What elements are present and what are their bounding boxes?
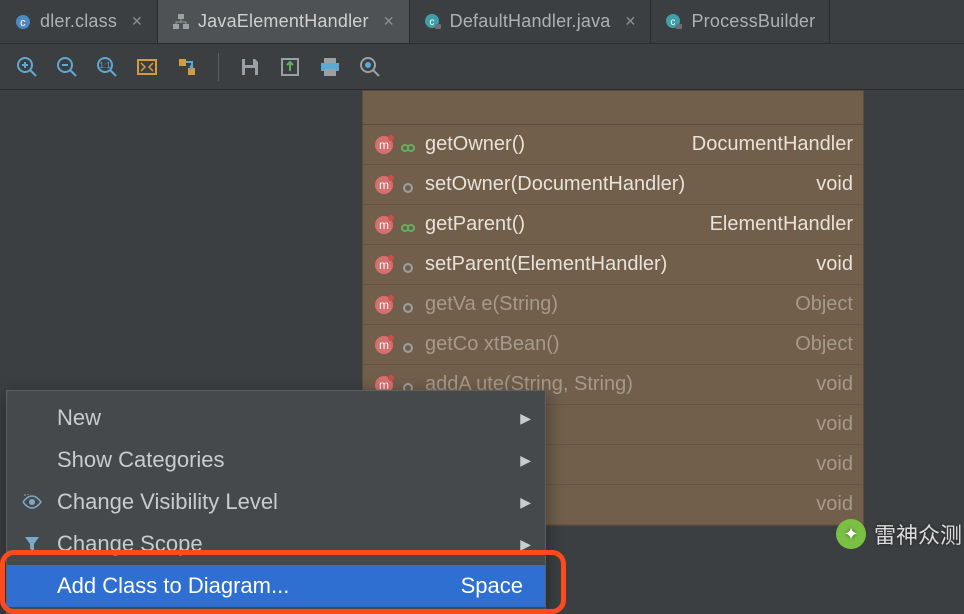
visibility-icon — [401, 298, 415, 312]
menu-item-new[interactable]: New ▶ — [7, 397, 545, 439]
svg-text:c: c — [671, 17, 676, 28]
tab-dler-class[interactable]: c dler.class ✕ — [0, 0, 158, 43]
visibility-icon — [401, 218, 415, 232]
context-menu: New▶Show Categories▶Change Visibility Le… — [6, 390, 546, 614]
member-return-type: void — [816, 253, 853, 276]
watermark: ✦ 雷神众测 — [836, 518, 962, 550]
method-icon: m — [373, 254, 395, 276]
member-return-type: DocumentHandler — [692, 133, 853, 156]
diagram-icon — [172, 13, 190, 31]
class-member[interactable]: m getVa e(String)Object — [363, 285, 863, 325]
menu-item-change-visibility-level[interactable]: Change Visibility Level ▶ — [7, 481, 545, 523]
zoom-actual-button[interactable]: 1:1 — [94, 54, 120, 80]
svg-text:m: m — [379, 138, 389, 152]
tab-default-handler[interactable]: c DefaultHandler.java ✕ — [410, 0, 652, 43]
method-icon: m — [373, 294, 395, 316]
method-icon: m — [373, 134, 395, 156]
class-member[interactable]: m setOwner(DocumentHandler)void — [363, 165, 863, 205]
save-button[interactable] — [237, 54, 263, 80]
member-return-type: Object — [795, 333, 853, 356]
close-icon[interactable]: ✕ — [383, 13, 395, 30]
member-signature: getOwner() — [425, 133, 692, 156]
member-return-type: void — [816, 373, 853, 396]
tab-label: ProcessBuilder — [691, 11, 815, 32]
member-return-type: void — [816, 173, 853, 196]
method-icon: m — [373, 174, 395, 196]
svg-text:m: m — [379, 218, 389, 232]
class-member[interactable]: m getOwner()DocumentHandler — [363, 125, 863, 165]
submenu-arrow-icon: ▶ — [520, 410, 531, 427]
class-member[interactable]: m getParent()ElementHandler — [363, 205, 863, 245]
menu-item-label: Change Visibility Level — [57, 489, 506, 515]
member-signature: setOwner(DocumentHandler) — [425, 173, 816, 196]
member-signature: setParent(ElementHandler) — [425, 253, 816, 276]
svg-text:m: m — [379, 178, 389, 192]
submenu-arrow-icon: ▶ — [520, 536, 531, 553]
visibility-icon — [401, 338, 415, 352]
class-locked-icon: c — [665, 13, 683, 31]
class-member[interactable]: m setParent(ElementHandler)void — [363, 245, 863, 285]
eye-icon — [21, 494, 43, 510]
svg-text:m: m — [379, 258, 389, 272]
close-icon[interactable]: ✕ — [131, 13, 143, 30]
member-return-type: void — [816, 453, 853, 476]
member-signature: getVa e(String) — [425, 293, 795, 316]
divider — [218, 53, 219, 81]
class-member[interactable]: m getCo xtBean()Object — [363, 325, 863, 365]
svg-text:m: m — [379, 298, 389, 312]
method-icon: m — [373, 214, 395, 236]
visibility-icon — [401, 258, 415, 272]
tab-java-element-handler[interactable]: JavaElementHandler ✕ — [158, 0, 410, 43]
tab-process-builder[interactable]: c ProcessBuilder — [651, 0, 830, 43]
print-button[interactable] — [317, 54, 343, 80]
menu-item-change-scope[interactable]: Change Scope ▶ — [7, 523, 545, 565]
close-icon[interactable]: ✕ — [625, 13, 637, 30]
zoom-out-button[interactable] — [54, 54, 80, 80]
svg-text:m: m — [379, 338, 389, 352]
class-icon: c — [14, 13, 32, 31]
layout-button[interactable] — [174, 54, 200, 80]
diagram-canvas[interactable]: m getOwner()DocumentHandler m setOwner(Docu… — [0, 90, 964, 556]
editor-tabbar: c dler.class ✕ JavaElementHandler ✕ c De… — [0, 0, 964, 44]
class-locked-icon: c — [424, 13, 442, 31]
menu-item-label: Change Scope — [57, 531, 506, 557]
member-return-type: ElementHandler — [710, 213, 853, 236]
member-return-type: void — [816, 413, 853, 436]
menu-item-add-class-to-diagram[interactable]: Add Class to Diagram... Space — [7, 565, 545, 607]
class-header — [363, 91, 863, 125]
fit-content-button[interactable] — [134, 54, 160, 80]
submenu-arrow-icon: ▶ — [520, 494, 531, 511]
menu-item-label: New — [57, 405, 506, 431]
visibility-icon — [401, 178, 415, 192]
member-signature: getParent() — [425, 213, 710, 236]
zoom-in-button[interactable] — [14, 54, 40, 80]
visibility-icon — [401, 138, 415, 152]
svg-text:c: c — [20, 17, 26, 29]
watermark-text: 雷神众测 — [874, 518, 962, 550]
export-button[interactable] — [277, 54, 303, 80]
member-return-type: void — [816, 493, 853, 516]
member-return-type: Object — [795, 293, 853, 316]
svg-text:1:1: 1:1 — [99, 61, 111, 70]
method-icon: m — [373, 334, 395, 356]
menu-item-label: Show Categories — [57, 447, 506, 473]
menu-item-label: Add Class to Diagram... — [57, 573, 447, 599]
member-signature: getCo xtBean() — [425, 333, 795, 356]
tab-label: JavaElementHandler — [198, 11, 369, 32]
tab-label: dler.class — [40, 11, 117, 32]
find-button[interactable] — [357, 54, 383, 80]
funnel-icon — [21, 535, 43, 553]
tab-label: DefaultHandler.java — [450, 11, 611, 32]
submenu-arrow-icon: ▶ — [520, 452, 531, 469]
wechat-icon: ✦ — [836, 519, 866, 549]
diagram-toolbar: 1:1 — [0, 44, 964, 90]
menu-shortcut: Space — [461, 573, 523, 599]
menu-item-show-categories[interactable]: Show Categories ▶ — [7, 439, 545, 481]
svg-text:c: c — [429, 17, 434, 28]
